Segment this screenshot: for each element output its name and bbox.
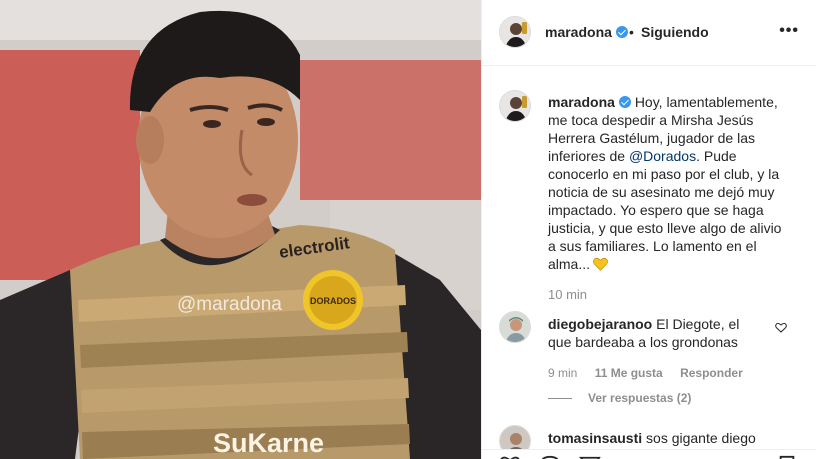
comment-text: diegobejaranoo El Diegote, el que bardea… (548, 315, 763, 351)
following-button[interactable]: Siguiendo (641, 24, 709, 40)
post-detail-panel: maradona • Siguiendo ••• maradona Hoy, l… (481, 0, 816, 459)
verified-badge-icon (615, 26, 628, 38)
comment-username[interactable]: diegobejaranoo (548, 316, 652, 332)
replies-divider-line (548, 398, 572, 400)
share-icon[interactable] (578, 455, 601, 459)
comment-text: tomasinsausti sos gigante diego (548, 429, 763, 447)
user-avatar-icon (500, 91, 530, 121)
save-bookmark-icon[interactable] (778, 455, 796, 459)
caption-avatar[interactable] (499, 90, 531, 122)
caption-timestamp[interactable]: 10 min (548, 287, 587, 302)
comment-time[interactable]: 9 min (548, 366, 577, 380)
header-username[interactable]: maradona (545, 24, 628, 40)
sponsor-text: SuKarne (213, 428, 324, 458)
like-heart-icon[interactable] (499, 455, 521, 459)
commenter-avatar-icon (500, 312, 530, 342)
watermark: @maradona (177, 294, 282, 315)
caption-username[interactable]: maradona (548, 94, 615, 110)
player-photo-illustration: DORADOS electrolit @maradona SuKarne (0, 0, 481, 459)
comment-likes[interactable]: 11 Me gusta (595, 366, 663, 380)
action-bar (482, 449, 816, 459)
comment-meta: 9 min 11 Me gusta Responder (548, 366, 757, 380)
comment-body: sos gigante diego (646, 430, 756, 446)
mention-link[interactable]: @Dorados (629, 148, 696, 164)
caption-body-2: . Pude conocerlo en mi paso por el club,… (548, 148, 782, 272)
more-options-icon[interactable]: ••• (779, 22, 799, 40)
verified-badge-icon (618, 96, 631, 108)
comment-username[interactable]: tomasinsausti (548, 430, 642, 446)
comment-avatar[interactable] (499, 311, 531, 343)
caption-text: maradona Hoy, lamentablemente, me toca d… (548, 93, 788, 275)
post-header: maradona • Siguiendo ••• (482, 0, 816, 66)
header-username-text[interactable]: maradona (545, 24, 612, 40)
reply-button[interactable]: Responder (680, 366, 743, 380)
badge-text: DORADOS (310, 296, 356, 306)
post-photo[interactable]: DORADOS electrolit @maradona SuKarne (0, 0, 481, 459)
view-replies-button[interactable]: Ver respuestas (2) (548, 391, 691, 405)
avatar[interactable] (499, 16, 531, 48)
header-separator: • (629, 24, 634, 40)
like-comment-heart-icon[interactable] (775, 320, 787, 338)
view-replies-label[interactable]: Ver respuestas (2) (588, 391, 691, 405)
comment-bubble-icon[interactable] (539, 455, 561, 459)
user-avatar-icon (500, 17, 530, 47)
yellow-heart-icon (593, 257, 608, 275)
